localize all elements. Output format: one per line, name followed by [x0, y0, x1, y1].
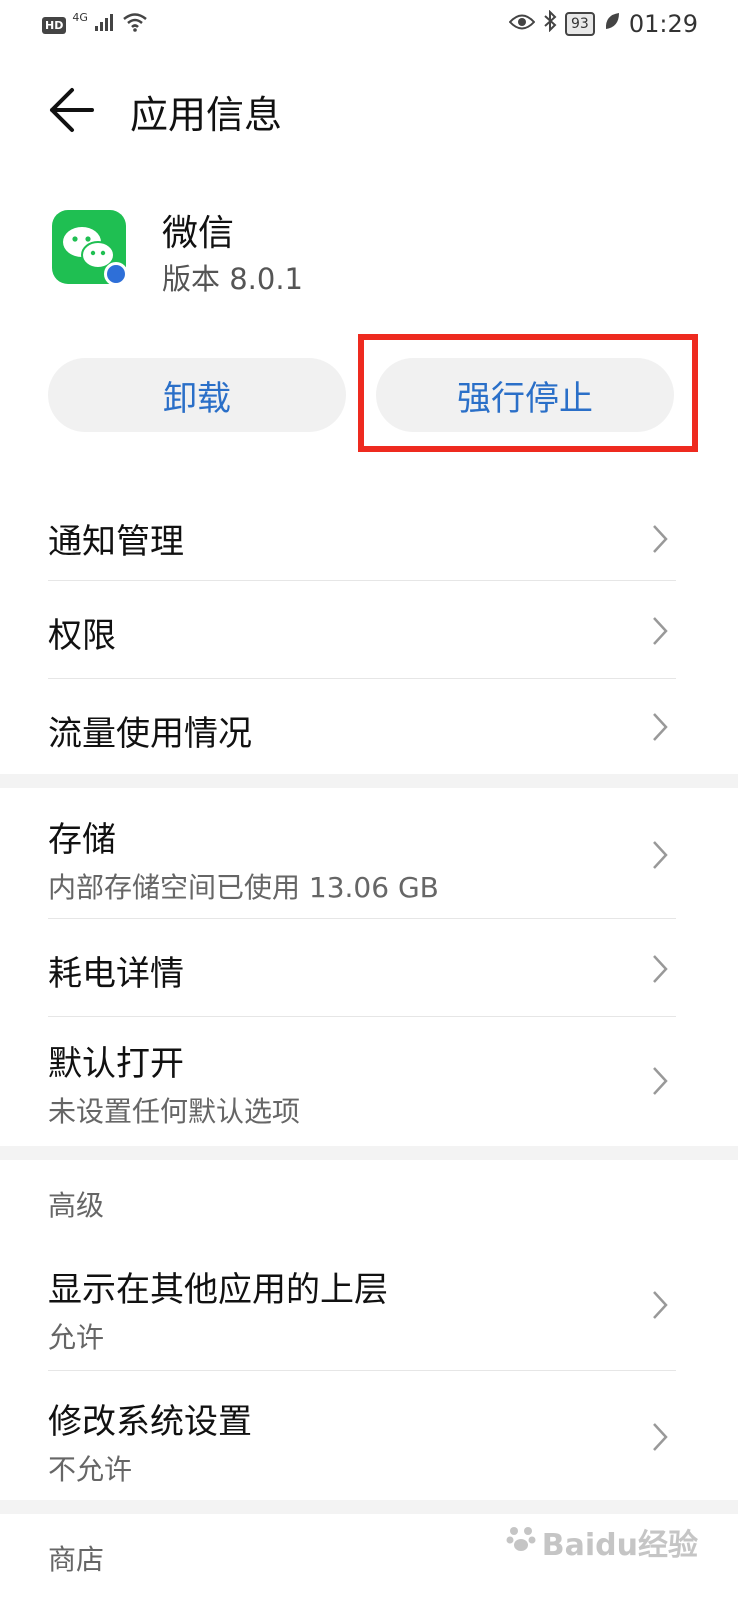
chevron-right-icon [653, 1291, 668, 1319]
section-separator [0, 774, 738, 788]
chevron-right-icon [653, 1423, 668, 1451]
battery-indicator: 93 [565, 12, 595, 36]
list-item-storage[interactable]: 存储 内部存储空间已使用 13.06 GB [48, 790, 676, 918]
status-left: HD 4G [42, 10, 148, 38]
chevron-right-icon [653, 525, 668, 553]
list-item-display-over-apps[interactable]: 显示在其他应用的上层 允许 [48, 1240, 676, 1370]
list-item-permissions[interactable]: 权限 [48, 582, 676, 678]
bluetooth-icon [543, 9, 557, 38]
uninstall-button[interactable]: 卸载 [48, 358, 346, 432]
back-button[interactable] [42, 80, 102, 140]
section-separator [0, 1500, 738, 1514]
hd-badge: HD [42, 16, 67, 34]
item-title: 默认打开 [48, 1044, 184, 1084]
app-summary: 微信 版本 8.0.1 [0, 200, 738, 300]
chevron-right-icon [653, 1067, 668, 1095]
item-title: 通知管理 [48, 522, 184, 562]
divider [48, 1370, 676, 1371]
list-item-notifications[interactable]: 通知管理 [48, 500, 676, 580]
status-right: 93 01:29 [508, 9, 698, 38]
clock: 01:29 [628, 10, 698, 38]
item-title: 耗电详情 [48, 954, 184, 994]
eye-icon [508, 12, 536, 37]
divider [48, 1016, 676, 1017]
highlight-annotation-box [358, 334, 698, 452]
divider [48, 678, 676, 679]
watermark-text: Baidu经验 [541, 1528, 698, 1563]
list-item-default-open[interactable]: 默认打开 未设置任何默认选项 [48, 1018, 676, 1146]
chevron-right-icon [653, 617, 668, 645]
leaf-icon [603, 11, 621, 37]
page-title: 应用信息 [130, 93, 283, 137]
item-subtitle: 未设置任何默认选项 [48, 1095, 301, 1128]
chevron-right-icon [653, 713, 668, 741]
item-title: 权限 [48, 616, 116, 656]
section-separator [0, 1146, 738, 1160]
section-header-store: 商店 [48, 1543, 105, 1576]
divider [48, 580, 676, 581]
item-subtitle: 不允许 [48, 1453, 133, 1486]
signal-icon [94, 12, 116, 38]
verified-badge-icon [104, 262, 128, 286]
item-title: 存储 [48, 820, 116, 860]
divider [48, 918, 676, 919]
section-header-advanced: 高级 [48, 1189, 105, 1222]
list-item-data-usage[interactable]: 流量使用情况 [48, 680, 676, 774]
wifi-icon [122, 12, 148, 38]
list-item-battery-usage[interactable]: 耗电详情 [48, 920, 676, 1016]
action-buttons: 卸载 强行停止 [0, 332, 738, 462]
app-version: 版本 8.0.1 [162, 262, 304, 296]
paw-logo-icon [506, 1523, 536, 1561]
chevron-right-icon [653, 955, 668, 983]
item-subtitle: 允许 [48, 1321, 105, 1354]
status-bar: HD 4G 93 01:29 [0, 0, 738, 52]
app-name: 微信 [162, 213, 235, 254]
item-title: 修改系统设置 [48, 1402, 252, 1442]
item-title: 显示在其他应用的上层 [48, 1270, 388, 1310]
baidu-watermark: Baidu经验 [506, 1520, 698, 1564]
header: 应用信息 [0, 72, 738, 146]
chevron-right-icon [653, 841, 668, 869]
network-type: 4G [72, 10, 88, 24]
list-item-modify-system-settings[interactable]: 修改系统设置 不允许 [48, 1372, 676, 1500]
back-arrow-icon [42, 88, 102, 144]
item-title: 流量使用情况 [48, 714, 252, 754]
item-subtitle: 内部存储空间已使用 13.06 GB [48, 871, 439, 904]
